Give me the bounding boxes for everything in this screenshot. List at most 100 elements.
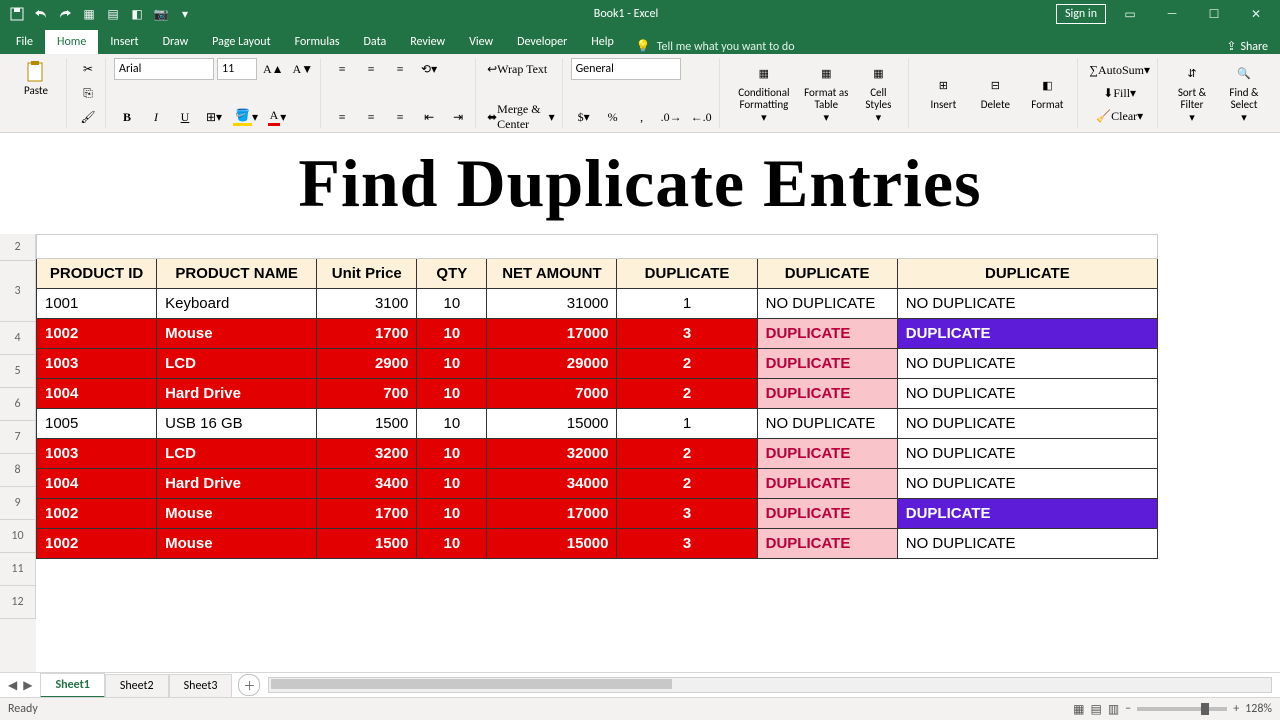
fill-color-icon[interactable]: 🪣▾: [230, 106, 261, 128]
worksheet-area[interactable]: 2 3 4 5 6 7 8 9 10 11 12 PRODUCT ID PROD…: [0, 234, 1280, 672]
row-header[interactable]: 12: [0, 586, 36, 619]
merge-center-button[interactable]: ⬌ Merge & Center ▾: [484, 106, 558, 128]
view-normal-icon[interactable]: ▦: [1073, 702, 1084, 717]
sheet-next-icon[interactable]: ▶: [23, 678, 32, 693]
cell-dup-flag-1[interactable]: DUPLICATE: [757, 439, 897, 469]
cell-dup-count[interactable]: 2: [617, 439, 757, 469]
redo-icon[interactable]: [56, 5, 74, 23]
decrease-indent-icon[interactable]: ⇤: [416, 106, 442, 128]
undo-icon[interactable]: [32, 5, 50, 23]
cell-dup-count[interactable]: 1: [617, 289, 757, 319]
align-bottom-icon[interactable]: ≡: [387, 58, 413, 80]
cell-product-name[interactable]: Keyboard: [157, 289, 317, 319]
wrap-text-button[interactable]: ↩ Wrap Text: [484, 58, 550, 80]
tab-home[interactable]: Home: [45, 30, 98, 54]
table-row[interactable]: 1004Hard Drive340010340002DUPLICATENO DU…: [37, 469, 1158, 499]
cell-dup-flag-1[interactable]: DUPLICATE: [757, 469, 897, 499]
cell-qty[interactable]: 10: [417, 319, 487, 349]
cell-dup-flag-2[interactable]: NO DUPLICATE: [897, 409, 1157, 439]
format-cells-button[interactable]: ◧Format: [1021, 58, 1073, 128]
table-row[interactable]: 1004Hard Drive7001070002DUPLICATENO DUPL…: [37, 379, 1158, 409]
cell-net[interactable]: 17000: [487, 499, 617, 529]
cell-dup-count[interactable]: 3: [617, 319, 757, 349]
qat-icon[interactable]: ▤: [104, 5, 122, 23]
table-row[interactable]: 1002Mouse150010150003DUPLICATENO DUPLICA…: [37, 529, 1158, 559]
cell-product-id[interactable]: 1003: [37, 349, 157, 379]
tab-data[interactable]: Data: [352, 30, 399, 54]
align-left-icon[interactable]: ≡: [329, 106, 355, 128]
align-right-icon[interactable]: ≡: [387, 106, 413, 128]
row-header[interactable]: 3: [0, 261, 36, 322]
row-header[interactable]: 8: [0, 454, 36, 487]
col-product-name[interactable]: PRODUCT NAME: [157, 259, 317, 289]
currency-icon[interactable]: $▾: [571, 106, 597, 128]
sort-filter-button[interactable]: ⇵Sort & Filter▾: [1166, 58, 1218, 128]
cell-unit-price[interactable]: 3100: [317, 289, 417, 319]
row-header[interactable]: 2: [0, 234, 36, 261]
cell-dup-flag-1[interactable]: DUPLICATE: [757, 349, 897, 379]
qat-icon[interactable]: ◧: [128, 5, 146, 23]
cell-product-id[interactable]: 1002: [37, 529, 157, 559]
horizontal-scrollbar[interactable]: [268, 677, 1272, 693]
increase-font-icon[interactable]: A▲: [260, 58, 287, 80]
cell-product-id[interactable]: 1002: [37, 319, 157, 349]
orientation-icon[interactable]: ⟲▾: [416, 58, 442, 80]
cell-dup-count[interactable]: 2: [617, 379, 757, 409]
table-row[interactable]: 1001Keyboard310010310001NO DUPLICATENO D…: [37, 289, 1158, 319]
borders-icon[interactable]: ⊞▾: [201, 106, 227, 128]
font-size-select[interactable]: 11: [217, 58, 257, 80]
tab-developer[interactable]: Developer: [505, 30, 579, 54]
cell-dup-flag-2[interactable]: NO DUPLICATE: [897, 289, 1157, 319]
camera-icon[interactable]: 📷: [152, 5, 170, 23]
row-header[interactable]: 4: [0, 322, 36, 355]
tab-review[interactable]: Review: [398, 30, 457, 54]
cell-net[interactable]: 17000: [487, 319, 617, 349]
cell-net[interactable]: 34000: [487, 469, 617, 499]
increase-indent-icon[interactable]: ⇥: [445, 106, 471, 128]
signin-button[interactable]: Sign in: [1056, 4, 1106, 24]
ribbon-options-icon[interactable]: ▭: [1112, 4, 1148, 24]
save-icon[interactable]: [8, 5, 26, 23]
cell-product-id[interactable]: 1003: [37, 439, 157, 469]
cell-dup-count[interactable]: 2: [617, 469, 757, 499]
format-as-table-button[interactable]: ▦Format as Table▾: [800, 58, 852, 128]
italic-button[interactable]: I: [143, 106, 169, 128]
tab-help[interactable]: Help: [579, 30, 626, 54]
tab-draw[interactable]: Draw: [151, 30, 201, 54]
cell-qty[interactable]: 10: [417, 379, 487, 409]
row-header[interactable]: 5: [0, 355, 36, 388]
cell-unit-price[interactable]: 1500: [317, 529, 417, 559]
minimize-icon[interactable]: —: [1154, 4, 1190, 24]
cell-dup-flag-2[interactable]: NO DUPLICATE: [897, 529, 1157, 559]
cell-product-id[interactable]: 1001: [37, 289, 157, 319]
font-color-icon[interactable]: A▾: [264, 106, 290, 128]
cell-product-id[interactable]: 1002: [37, 499, 157, 529]
underline-button[interactable]: U: [172, 106, 198, 128]
row-header[interactable]: 11: [0, 553, 36, 586]
cell-dup-flag-2[interactable]: DUPLICATE: [897, 499, 1157, 529]
fill-button[interactable]: ⬇ Fill ▾: [1086, 82, 1153, 104]
sheet-tab-2[interactable]: Sheet2: [105, 674, 169, 697]
cell-qty[interactable]: 10: [417, 469, 487, 499]
row-header[interactable]: 9: [0, 487, 36, 520]
cell-dup-count[interactable]: 1: [617, 409, 757, 439]
find-select-button[interactable]: 🔍Find & Select▾: [1218, 58, 1270, 128]
cell-product-name[interactable]: Hard Drive: [157, 469, 317, 499]
align-middle-icon[interactable]: ≡: [358, 58, 384, 80]
cell-qty[interactable]: 10: [417, 529, 487, 559]
cell-unit-price[interactable]: 2900: [317, 349, 417, 379]
cell-unit-price[interactable]: 700: [317, 379, 417, 409]
cell-product-name[interactable]: LCD: [157, 439, 317, 469]
row-header[interactable]: 7: [0, 421, 36, 454]
insert-cells-button[interactable]: ⊞Insert: [917, 58, 969, 128]
zoom-out-icon[interactable]: −: [1125, 702, 1131, 716]
cell-dup-flag-2[interactable]: NO DUPLICATE: [897, 349, 1157, 379]
cell-net[interactable]: 7000: [487, 379, 617, 409]
cell-dup-flag-2[interactable]: NO DUPLICATE: [897, 379, 1157, 409]
cell-qty[interactable]: 10: [417, 499, 487, 529]
table-row[interactable]: 1005USB 16 GB150010150001NO DUPLICATENO …: [37, 409, 1158, 439]
number-format-select[interactable]: General: [571, 58, 681, 80]
tell-me[interactable]: 💡 Tell me what you want to do: [636, 39, 795, 54]
cell-net[interactable]: 15000: [487, 529, 617, 559]
conditional-formatting-button[interactable]: ▦Conditional Formatting▾: [728, 58, 801, 128]
